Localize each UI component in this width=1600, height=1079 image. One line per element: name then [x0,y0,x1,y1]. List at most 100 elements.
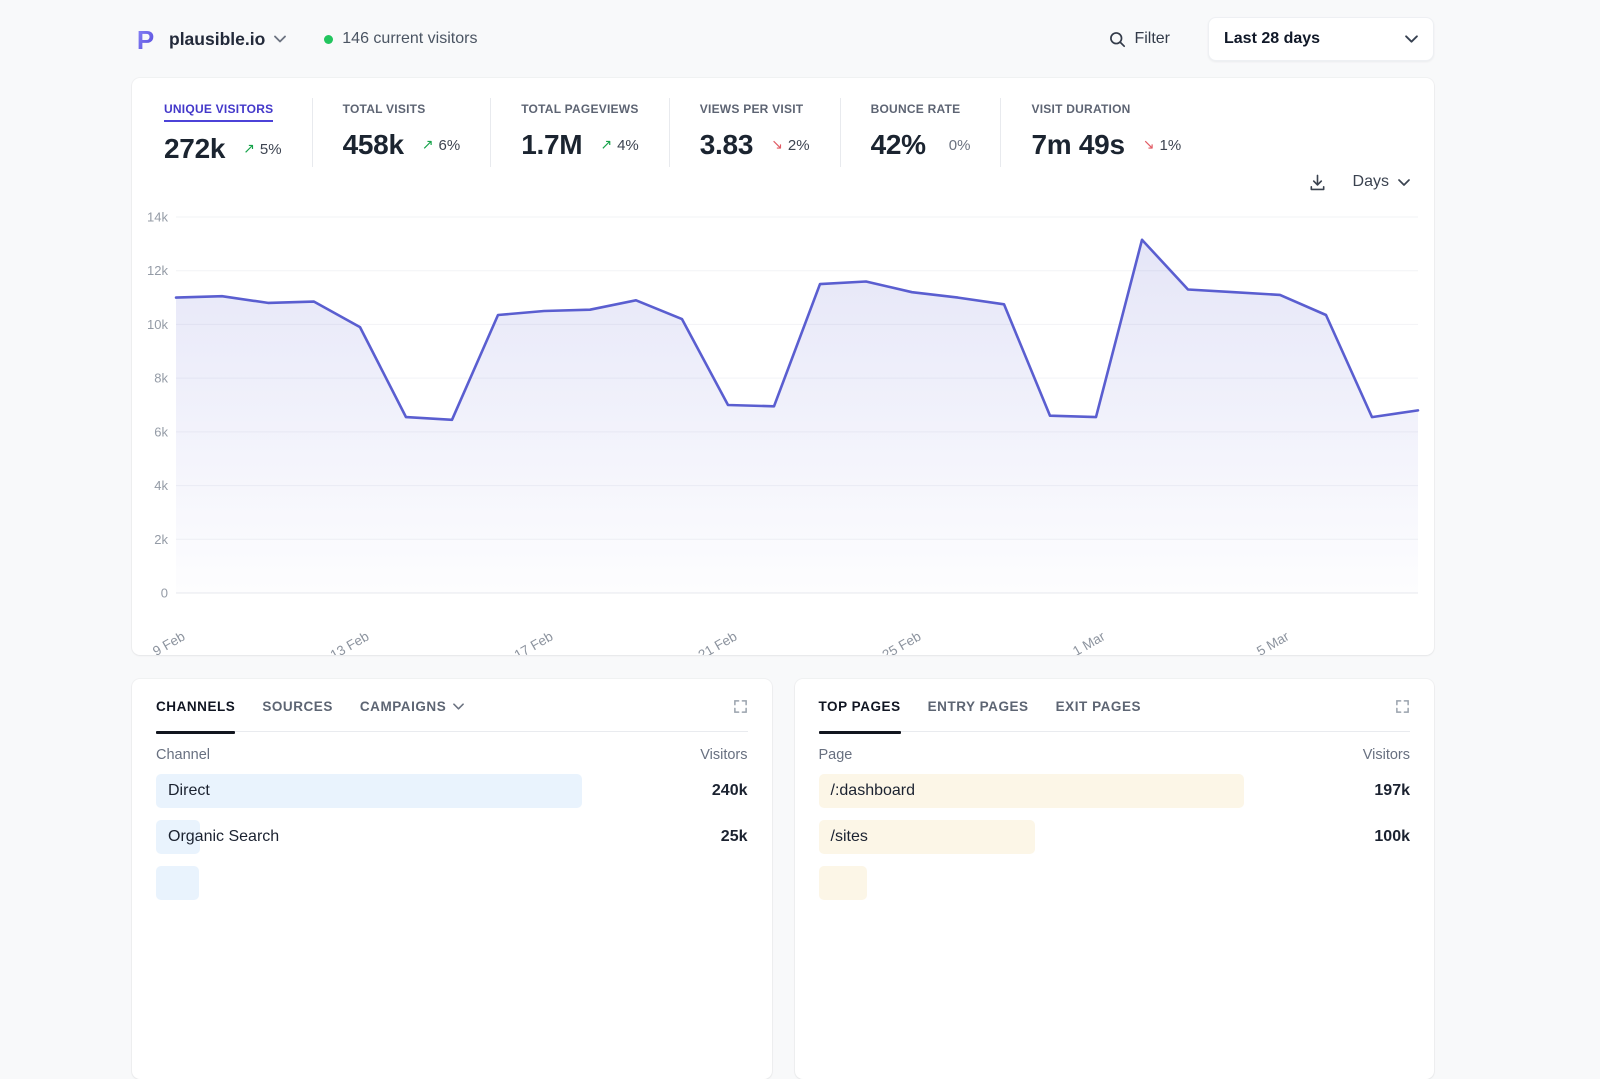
svg-text:2k: 2k [154,532,168,547]
search-icon [1110,31,1126,47]
svg-text:17 Feb: 17 Feb [512,629,556,655]
table-row[interactable]: Direct 240k [156,774,748,808]
row-value: 240k [711,782,748,799]
stat-visit-duration[interactable]: VISIT DURATION 7m 49s ↘ 1% [1000,98,1211,167]
channels-tabs: CHANNELS SOURCES CAMPAIGNS [156,699,748,734]
stat-unique-visitors[interactable]: UNIQUE VISITORS 272k ↗ 5% [156,98,312,167]
plausible-logo: P [137,26,154,53]
date-range-value: Last 28 days [1224,30,1321,47]
tab-top-pages[interactable]: TOP PAGES [818,699,901,734]
breakdown-panels: CHANNELS SOURCES CAMPAIGNS Channel Visit… [132,679,1434,1079]
table-row[interactable]: /sites 100k [818,820,1410,854]
table-row[interactable] [818,866,1411,900]
filter-label: Filter [1134,30,1170,47]
stat-value: 272k [164,133,226,164]
filter-button[interactable]: Filter [1109,30,1170,48]
stat-views-per-visit[interactable]: VIEWS PER VISIT 3.83 ↘ 2% [668,98,840,167]
header-right: Filter Last 28 days [1109,17,1434,61]
tab-campaigns[interactable]: CAMPAIGNS [360,699,465,714]
row-value: 25k [720,828,748,845]
svg-text:10k: 10k [147,317,168,332]
stat-total-visits[interactable]: TOTAL VISITS 458k ↗ 6% [311,98,491,167]
svg-text:0: 0 [161,586,168,601]
svg-text:6k: 6k [154,424,168,439]
trend-down-icon: ↘ [771,137,783,153]
channels-table-header: Channel Visitors [156,747,748,763]
svg-text:13 Feb: 13 Feb [328,629,372,655]
stat-label: VIEWS PER VISIT [699,102,804,116]
pages-panel: TOP PAGES ENTRY PAGES EXIT PAGES Page Vi… [794,679,1434,1079]
column-label: Page [818,747,853,763]
row-label[interactable]: /:dashboard [831,782,916,800]
stat-label: TOTAL VISITS [342,102,426,116]
area-chart: 0 2k 4k 6k 8k 10k 12k 14k 9 Feb 13 Feb 17 Feb 21 Fe… [147,210,1420,655]
column-value: Visitors [700,747,748,763]
stat-value: 7m 49s [1031,129,1125,160]
row-bar [818,866,868,900]
stat-change: 0% [948,136,971,154]
trend-up-icon: ↗ [421,137,434,153]
stat-value: 42% [870,129,926,160]
expand-icon[interactable] [733,699,748,714]
svg-text:21 Feb: 21 Feb [696,629,740,655]
stat-change: ↗ 4% [600,136,639,154]
tab-entry-pages[interactable]: ENTRY PAGES [928,699,1029,714]
row-value: 197k [1374,782,1410,799]
column-label: Channel [156,747,211,763]
tab-channels[interactable]: CHANNELS [156,699,236,734]
tab-exit-pages[interactable]: EXIT PAGES [1056,699,1141,714]
svg-text:4k: 4k [154,478,168,493]
trend-down-icon: ↘ [1142,137,1155,153]
row-bar [156,774,582,808]
stat-change: ↘ 2% [771,136,810,154]
pages-table-header: Page Visitors [819,747,1411,763]
table-row[interactable]: Organic Search 25k [156,820,748,854]
row-bar [156,866,199,900]
stat-label: VISIT DURATION [1031,102,1131,116]
stat-value: 3.83 [699,129,754,160]
site-name[interactable]: plausible.io [169,29,265,50]
chevron-down-icon[interactable] [274,35,287,43]
tab-sources[interactable]: SOURCES [262,699,333,714]
date-range-select[interactable]: Last 28 days [1208,17,1434,61]
chevron-down-icon [1405,35,1418,43]
channels-panel: CHANNELS SOURCES CAMPAIGNS Channel Visit… [132,679,772,1079]
download-icon[interactable] [1308,173,1327,192]
chevron-down-icon [453,703,465,710]
stat-label: TOTAL PAGEVIEWS [521,102,639,116]
expand-icon[interactable] [1395,699,1410,714]
table-row[interactable]: /:dashboard 197k [818,774,1410,808]
chart-toolbar: Days [132,169,1434,195]
stat-label: BOUNCE RATE [870,102,961,116]
header: P plausible.io 146 current visitors Filt… [132,0,1434,78]
svg-text:8k: 8k [154,371,168,386]
svg-text:P: P [137,26,154,53]
stat-change: ↘ 1% [1142,136,1182,154]
interval-select[interactable]: Days [1353,173,1410,191]
current-visitors[interactable]: 146 current visitors [324,30,477,48]
live-dot-icon [324,34,334,44]
stat-value: 1.7M [521,129,583,160]
current-visitors-label: 146 current visitors [342,30,478,47]
trend-up-icon: ↗ [243,141,255,157]
svg-text:25 Feb: 25 Feb [880,629,924,655]
analytics-card: UNIQUE VISITORS 272k ↗ 5% TOTAL VISITS 4… [132,78,1434,655]
header-left: P plausible.io 146 current visitors [132,26,478,53]
stat-total-pageviews[interactable]: TOTAL PAGEVIEWS 1.7M ↗ 4% [490,98,669,167]
svg-text:5 Mar: 5 Mar [1254,628,1292,655]
pages-tabs: TOP PAGES ENTRY PAGES EXIT PAGES [818,699,1410,734]
svg-text:14k: 14k [147,210,168,225]
svg-text:9 Feb: 9 Feb [150,629,187,655]
row-label[interactable]: /sites [831,828,868,846]
row-label[interactable]: Direct [168,782,210,800]
row-label[interactable]: Organic Search [168,828,279,846]
trend-up-icon: ↗ [600,137,613,153]
stat-value: 458k [342,129,404,160]
svg-text:1 Mar: 1 Mar [1070,628,1108,655]
stats-row: UNIQUE VISITORS 272k ↗ 5% TOTAL VISITS 4… [132,98,1434,167]
table-row[interactable] [156,866,748,900]
stat-bounce-rate[interactable]: BOUNCE RATE 42% 0% [839,98,1001,167]
stat-change: ↗ 6% [421,136,461,154]
visitors-chart[interactable]: 0 2k 4k 6k 8k 10k 12k 14k 9 Feb 13 Feb 17 Feb 21 Fe… [132,195,1434,655]
stat-change: ↗ 5% [243,140,282,158]
